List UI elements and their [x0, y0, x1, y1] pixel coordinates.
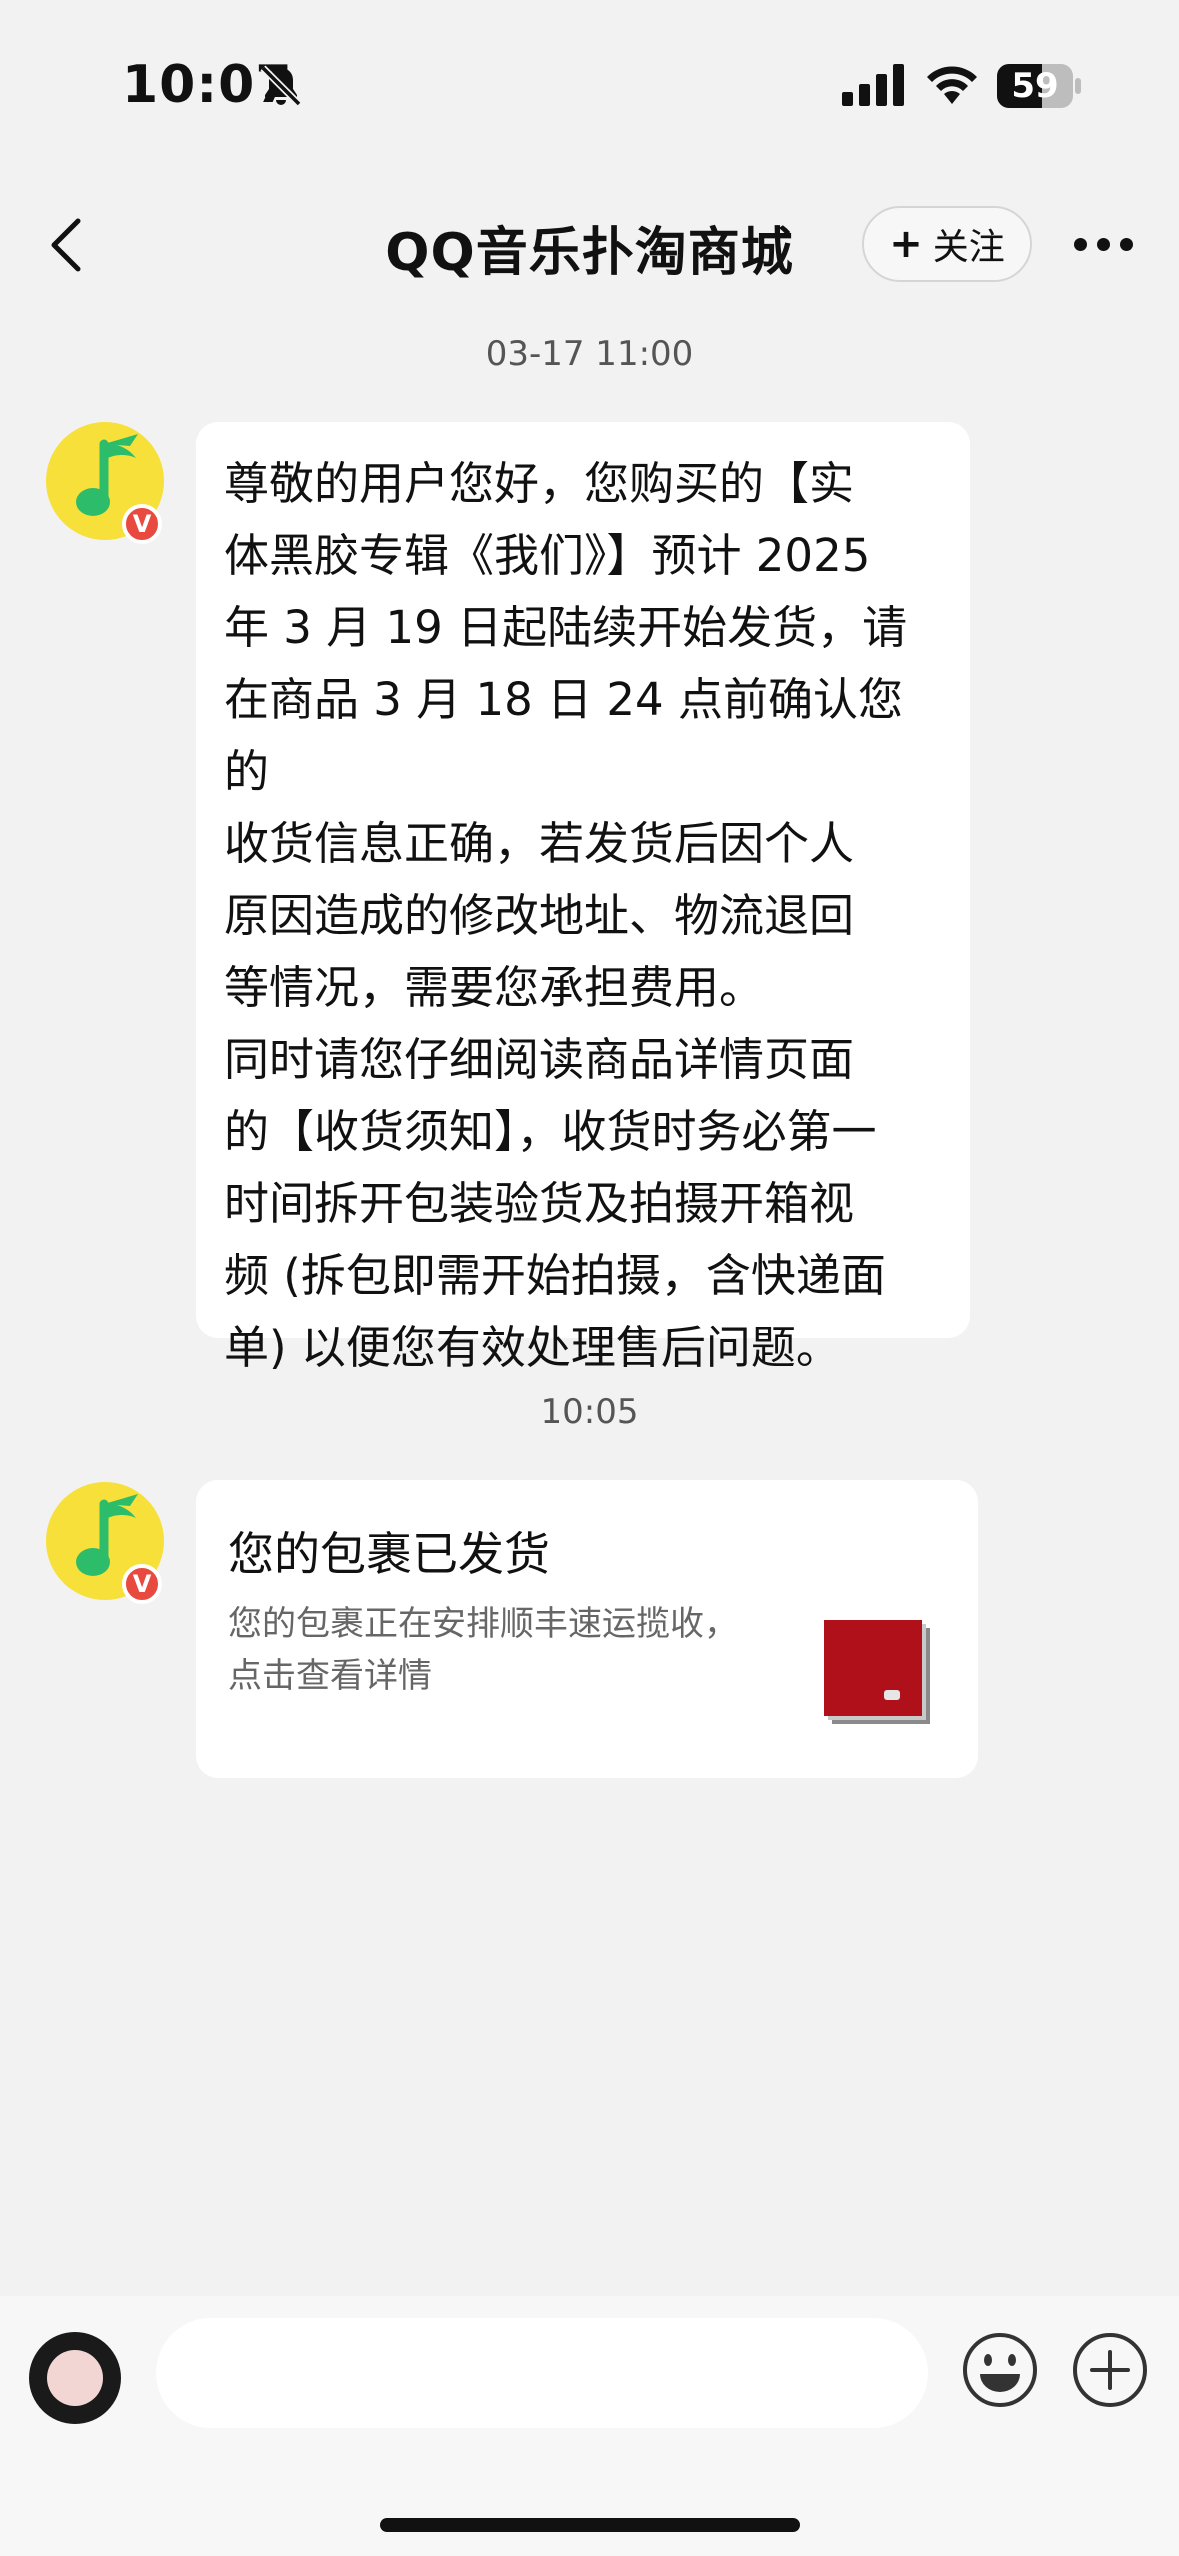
chat-header: QQ音乐扑淘商城 + 关注	[0, 190, 1179, 300]
card-title: 您的包裹已发货	[228, 1527, 550, 1581]
user-avatar[interactable]	[29, 2332, 121, 2424]
plus-icon: +	[889, 221, 923, 267]
verified-badge-icon: V	[122, 504, 162, 544]
shipping-card[interactable]: 您的包裹已发货 您的包裹正在安排顺丰速运揽收， 点击查看详情	[196, 1480, 978, 1778]
battery-percent: 59	[1011, 66, 1059, 106]
message-bubble[interactable]: 尊敬的用户您好，您购买的【实 体黑胶专辑《我们》】预计 2025 年 3 月 1…	[196, 422, 970, 1374]
message-input[interactable]	[156, 2318, 928, 2428]
follow-button[interactable]: + 关注	[862, 206, 1032, 282]
bell-slash-icon	[260, 65, 302, 107]
wifi-icon	[927, 66, 977, 104]
status-bar: 10:07 59	[0, 0, 1179, 170]
add-icon[interactable]	[1070, 2330, 1150, 2410]
signal-icon	[842, 64, 904, 106]
battery-icon: 59	[997, 64, 1083, 108]
sender-avatar[interactable]: V	[46, 1482, 164, 1604]
message-timestamp: 03-17 11:00	[485, 334, 694, 374]
message-timestamp: 10:05	[540, 1392, 639, 1432]
emoji-icon[interactable]	[960, 2330, 1040, 2410]
home-indicator	[380, 2518, 800, 2532]
message-text: 尊敬的用户您好，您购买的【实 体黑胶专辑《我们》】预计 2025 年 3 月 1…	[224, 457, 908, 1374]
sender-avatar[interactable]: V	[46, 422, 164, 544]
follow-label: 关注	[932, 227, 1005, 268]
card-description: 您的包裹正在安排顺丰速运揽收， 点击查看详情	[228, 1604, 738, 1696]
product-thumbnail	[824, 1620, 930, 1724]
verified-badge-icon: V	[122, 1564, 162, 1604]
input-bar	[0, 2296, 1179, 2556]
more-icon[interactable]	[1074, 238, 1134, 252]
